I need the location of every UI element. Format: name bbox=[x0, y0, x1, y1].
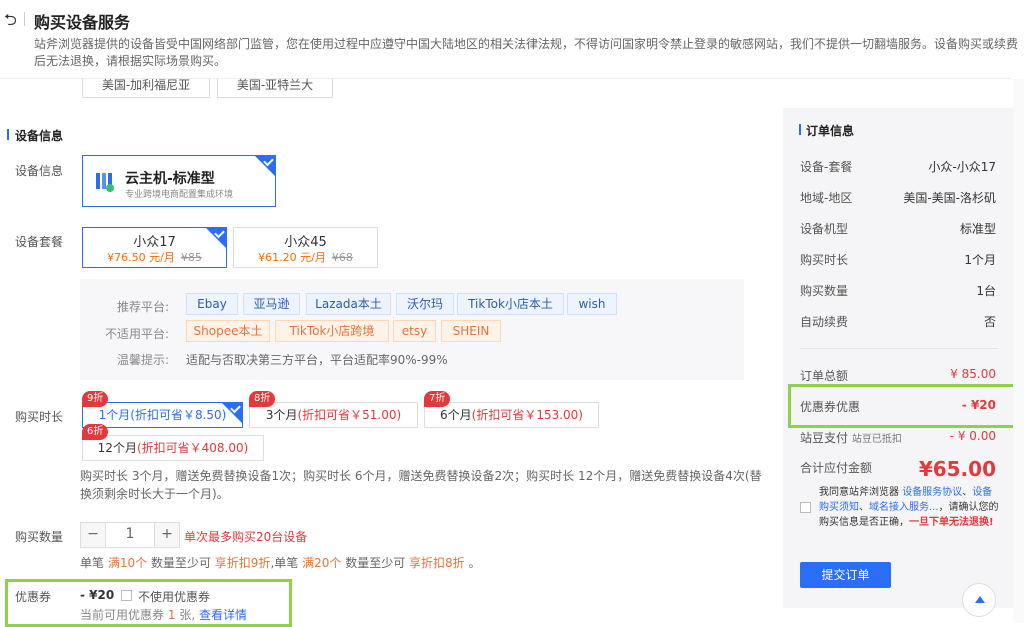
device-info-label: 设备信息 bbox=[15, 164, 64, 178]
package-option-1[interactable]: 小众17 ¥76.50 元/月 ¥85 bbox=[82, 227, 227, 268]
order-row-value: 否 bbox=[983, 315, 996, 329]
order-title: 订单信息 bbox=[798, 124, 855, 138]
quantity-discount-tip: 单笔 满10个 数量至少可 享折扣9折,单笔 满20个 数量至少可 享折扣8折 … bbox=[80, 556, 481, 570]
selected-check-icon bbox=[205, 227, 227, 249]
order-row-value: 小众-小众17 bbox=[928, 160, 996, 174]
discount-badge: 6折 bbox=[82, 424, 109, 440]
selected-check-icon bbox=[254, 155, 276, 177]
order-total-label: 订单总额 bbox=[800, 369, 849, 383]
order-row-label: 设备机型 bbox=[800, 222, 849, 236]
platform-tag: 亚马逊 bbox=[243, 293, 300, 315]
coupon-available-text: 当前可用优惠券 1 张, 查看详情 bbox=[80, 608, 247, 622]
max-quantity-tip: 单次最多购买20台设备 bbox=[184, 530, 308, 544]
discount-badge: 7折 bbox=[424, 391, 451, 407]
platform-tag-unsuitable: TikTok小店跨境 bbox=[275, 320, 389, 342]
platform-tag: 沃尔玛 bbox=[396, 293, 454, 315]
order-row-value: 1台 bbox=[976, 284, 996, 298]
duration-note: 购买时长 3个月，赠送免费替换设备1次；购买时长 6个月，赠送免费替换设备2次；… bbox=[80, 469, 762, 501]
compliance-notice: 站斧浏览器提供的设备皆受中国网络部门监管，您在使用过程中应遵守中国大陆地区的相关… bbox=[34, 37, 1019, 68]
back-arrow-icon[interactable]: ⮌ bbox=[4, 9, 17, 36]
device-section-title: 设备信息 bbox=[6, 129, 64, 143]
quantity-input[interactable]: 1 bbox=[105, 523, 155, 547]
coupon-discount-highlight-box bbox=[788, 384, 1024, 428]
package-label: 设备套餐 bbox=[15, 235, 64, 249]
duration-label: 购买时长 bbox=[15, 410, 64, 424]
coupon-amount: - ¥20 bbox=[80, 588, 115, 602]
beans-pay-value: - ¥ 0.00 bbox=[949, 429, 996, 443]
discount-badge: 8折 bbox=[249, 391, 276, 407]
discount-badge: 9折 bbox=[82, 391, 109, 407]
package-price: ¥76.50 元/月 ¥85 bbox=[107, 251, 202, 264]
header-divider bbox=[24, 12, 25, 26]
quantity-minus-button[interactable]: − bbox=[81, 523, 105, 547]
package-name: 小众45 bbox=[284, 235, 327, 250]
order-row-value: 1个月 bbox=[964, 253, 996, 267]
quantity-plus-button[interactable]: + bbox=[155, 523, 179, 547]
device-desc: 专业跨境电商配置集成环境 bbox=[125, 190, 234, 200]
recommended-platforms-label: 推荐平台: bbox=[117, 300, 170, 314]
quantity-label: 购买数量 bbox=[15, 530, 64, 544]
device-name: 云主机-标准型 bbox=[125, 171, 215, 187]
region-option-california[interactable]: 美国-加利福尼亚 bbox=[82, 78, 210, 98]
duration-option-12m[interactable]: 12个月(折扣可省￥408.00) bbox=[82, 435, 264, 461]
page-scrollbar[interactable] bbox=[1013, 79, 1024, 623]
platform-info-box: 推荐平台: Ebay 亚马逊 Lazada本土 沃尔玛 TikTok小店本土 w… bbox=[80, 279, 744, 380]
coupon-label: 优惠券 bbox=[15, 590, 52, 604]
back-to-top-icon[interactable] bbox=[962, 583, 996, 617]
unsuitable-platforms-label: 不适用平台: bbox=[105, 327, 170, 341]
selected-check-icon bbox=[221, 402, 243, 424]
package-original-price: ¥85 bbox=[180, 251, 202, 264]
order-row-value: 标准型 bbox=[959, 222, 996, 236]
payable-label: 合计应付金额 bbox=[800, 461, 873, 475]
quantity-stepper: − 1 + bbox=[80, 522, 180, 548]
tip-label: 温馨提示: bbox=[117, 353, 170, 367]
duration-option-1m[interactable]: 1个月(折扣可省￥8.50) bbox=[82, 402, 243, 428]
order-row-label: 购买数量 bbox=[800, 284, 849, 298]
platform-tag-unsuitable: Shopee本土 bbox=[186, 320, 270, 342]
duration-option-3m[interactable]: 3个月(折扣可省￥51.00) bbox=[249, 402, 418, 428]
order-total-value: ¥ 85.00 bbox=[950, 367, 996, 381]
device-type-card[interactable]: 云主机-标准型 专业跨境电商配置集成环境 bbox=[82, 155, 276, 207]
agreement-checkbox[interactable] bbox=[800, 502, 811, 513]
device-service-agreement-link[interactable]: 设备服务协议 bbox=[902, 487, 962, 498]
order-row-label: 地域-地区 bbox=[800, 191, 853, 205]
order-summary-panel: 订单信息 设备-套餐 小众-小众17 地域-地区 美国-美国-洛杉矶 设备机型 … bbox=[783, 108, 1015, 608]
server-icon bbox=[95, 171, 115, 193]
order-row-value: 美国-美国-洛杉矶 bbox=[903, 191, 996, 205]
package-price: ¥61.20 元/月 ¥68 bbox=[258, 251, 353, 264]
order-row-label: 购买时长 bbox=[800, 253, 849, 267]
beans-pay-label: 站豆支付 站豆已抵扣 bbox=[800, 431, 902, 445]
panel-divider bbox=[800, 348, 998, 349]
platform-tag: Ebay bbox=[186, 293, 238, 315]
agreement-text: 我同意站斧浏览器 设备服务协议、设备购买须知、域名接入服务...，请确认您的购买… bbox=[819, 487, 999, 528]
region-option-atlanta[interactable]: 美国-亚特兰大 bbox=[217, 78, 333, 98]
page-header: ⮌ 购买设备服务 站斧浏览器提供的设备皆受中国网络部门监管，您在使用过程中应遵守… bbox=[0, 0, 1024, 75]
coupon-detail-link[interactable]: 查看详情 bbox=[199, 608, 247, 622]
payable-amount: ¥65.00 bbox=[918, 457, 996, 481]
order-row-label: 自动续费 bbox=[800, 315, 849, 329]
no-coupon-label: 不使用优惠券 bbox=[138, 590, 211, 604]
package-option-2[interactable]: 小众45 ¥61.20 元/月 ¥68 bbox=[233, 227, 378, 268]
platform-tag-unsuitable: SHEIN bbox=[441, 320, 501, 342]
no-coupon-checkbox[interactable] bbox=[121, 590, 132, 601]
platform-tag: wish bbox=[567, 293, 617, 315]
package-original-price: ¥68 bbox=[331, 251, 353, 264]
platform-tag-unsuitable: etsy bbox=[393, 320, 436, 342]
order-row-label: 设备-套餐 bbox=[800, 160, 853, 174]
page-title: 购买设备服务 bbox=[34, 13, 131, 32]
platform-tag: TikTok小店本土 bbox=[457, 293, 564, 315]
platform-tag: Lazada本土 bbox=[306, 293, 391, 315]
submit-order-button[interactable]: 提交订单 bbox=[800, 562, 891, 588]
domain-service-link[interactable]: 域名接入服务... bbox=[869, 502, 939, 513]
tip-text: 适配与否取决第三方平台，平台适配率90%-99% bbox=[186, 353, 448, 367]
duration-option-6m[interactable]: 6个月(折扣可省￥153.00) bbox=[424, 402, 599, 428]
